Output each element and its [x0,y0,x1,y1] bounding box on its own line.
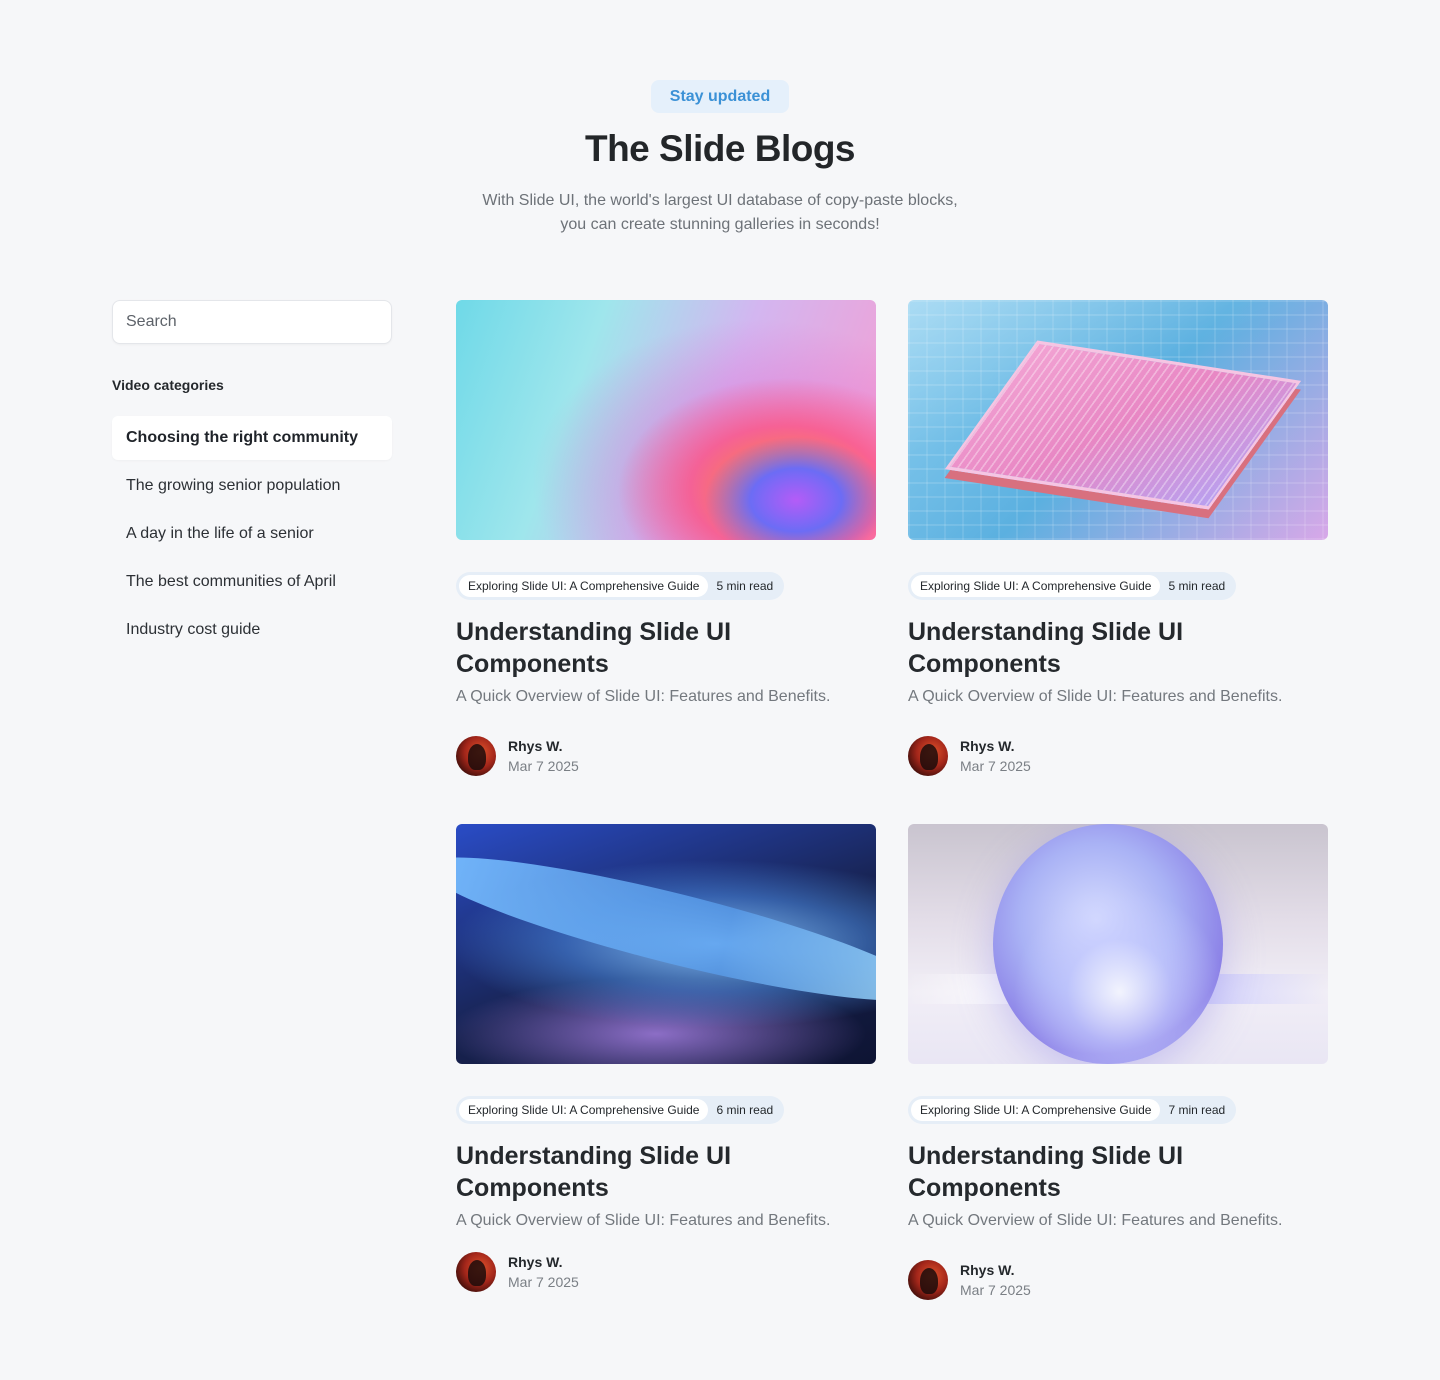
post-date: Mar 7 2025 [960,758,1031,774]
read-time: 6 min read [716,1103,774,1117]
subtitle-line-2: you can create stunning galleries in sec… [560,216,880,233]
post-description: A Quick Overview of Slide UI: Features a… [908,1212,1283,1229]
page-subtitle: With Slide UI, the world's largest UI da… [420,189,1020,237]
category-item-choosing-community[interactable]: Choosing the right community [112,416,392,460]
categories-heading: Video categories [112,377,224,393]
author-name: Rhys W. [508,738,563,754]
post-category-tag[interactable]: Exploring Slide UI: A Comprehensive Guid… [911,1099,1161,1121]
blog-card-image[interactable] [456,824,876,1064]
post-title[interactable]: Understanding Slide UI Components [456,1140,876,1204]
post-meta-pill: Exploring Slide UI: A Comprehensive Guid… [908,1096,1237,1124]
blog-card[interactable]: Exploring Slide UI: A Comprehensive Guid… [908,300,1328,780]
author-name: Rhys W. [508,1254,563,1270]
page-title: The Slide Blogs [584,128,856,169]
blog-card-image[interactable] [456,300,876,540]
post-date: Mar 7 2025 [508,758,579,774]
post-meta-pill: Exploring Slide UI: A Comprehensive Guid… [456,1096,785,1124]
avatar [456,736,496,776]
category-list: Choosing the right community The growing… [112,416,392,656]
category-item-day-in-life[interactable]: A day in the life of a senior [112,512,392,556]
post-meta-pill: Exploring Slide UI: A Comprehensive Guid… [456,572,785,600]
category-item-growing-senior-population[interactable]: The growing senior population [112,464,392,508]
category-item-best-communities[interactable]: The best communities of April [112,560,392,604]
avatar [908,1260,948,1300]
avatar [456,1252,496,1292]
post-title[interactable]: Understanding Slide UI Components [908,616,1328,680]
post-category-tag[interactable]: Exploring Slide UI: A Comprehensive Guid… [911,575,1161,597]
subtitle-line-1: With Slide UI, the world's largest UI da… [482,192,958,209]
sphere-illustration [993,824,1223,1064]
author-name: Rhys W. [960,738,1015,754]
stay-updated-badge: Stay updated [651,80,789,113]
post-author: Rhys W. Mar 7 2025 [456,736,579,776]
post-author: Rhys W. Mar 7 2025 [456,1252,579,1292]
blog-card-image[interactable] [908,824,1328,1064]
post-description: A Quick Overview of Slide UI: Features a… [456,1212,831,1229]
post-date: Mar 7 2025 [508,1274,579,1290]
category-item-industry-cost[interactable]: Industry cost guide [112,608,392,652]
post-title[interactable]: Understanding Slide UI Components [456,616,876,680]
read-time: 5 min read [716,579,774,593]
avatar [908,736,948,776]
post-author: Rhys W. Mar 7 2025 [908,736,1031,776]
ribbon-illustration [456,832,876,1026]
post-description: A Quick Overview of Slide UI: Features a… [908,688,1283,705]
blog-card[interactable]: Exploring Slide UI: A Comprehensive Guid… [456,300,876,780]
post-category-tag[interactable]: Exploring Slide UI: A Comprehensive Guid… [459,1099,709,1121]
blog-card[interactable]: Exploring Slide UI: A Comprehensive Guid… [908,824,1328,1304]
blog-card[interactable]: Exploring Slide UI: A Comprehensive Guid… [456,824,876,1304]
blog-card-image[interactable] [908,300,1328,540]
read-time: 7 min read [1168,1103,1226,1117]
post-date: Mar 7 2025 [960,1282,1031,1298]
post-description: A Quick Overview of Slide UI: Features a… [456,688,831,705]
read-time: 5 min read [1168,579,1226,593]
post-title[interactable]: Understanding Slide UI Components [908,1140,1328,1204]
chip-illustration [944,340,1302,510]
post-category-tag[interactable]: Exploring Slide UI: A Comprehensive Guid… [459,575,709,597]
post-meta-pill: Exploring Slide UI: A Comprehensive Guid… [908,572,1237,600]
post-author: Rhys W. Mar 7 2025 [908,1260,1031,1300]
search-input[interactable] [112,300,392,344]
author-name: Rhys W. [960,1262,1015,1278]
